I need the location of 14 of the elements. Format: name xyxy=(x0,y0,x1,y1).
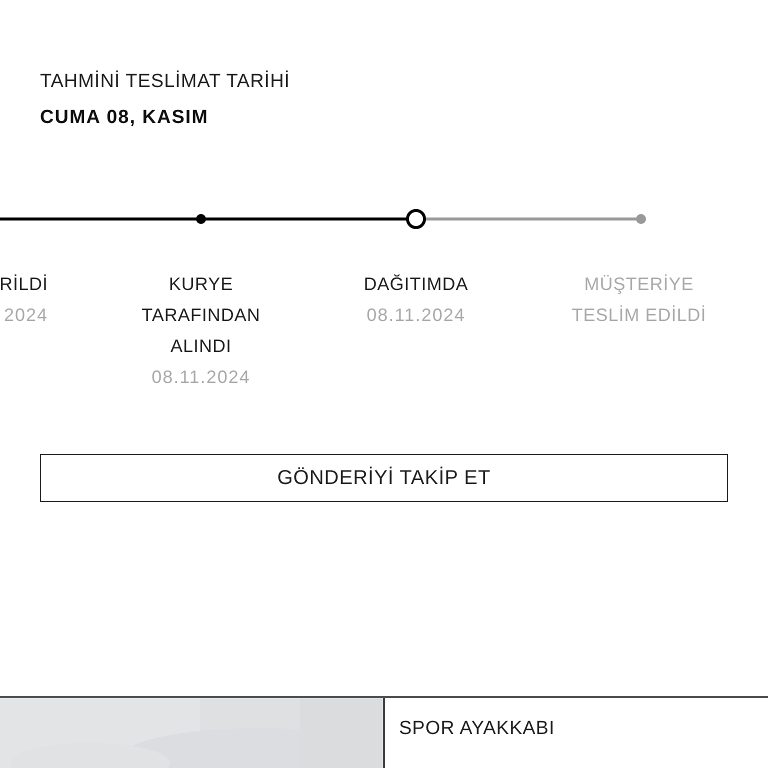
step-date: 08.11.2024 xyxy=(152,366,250,389)
step-label: DAĞITIMDA xyxy=(364,273,468,296)
step-dot xyxy=(196,214,206,224)
step-dot xyxy=(636,214,646,224)
step-date: 2024 xyxy=(4,304,48,327)
product-name: SPOR AYAKKABI xyxy=(399,718,556,740)
step-label: KURYE TARAFINDAN ALINDI xyxy=(140,273,262,358)
step-date: 08.11.2024 xyxy=(366,304,466,327)
step-label: RİLDİ xyxy=(0,273,48,296)
current-step-marker xyxy=(406,209,426,229)
track-shipment-button[interactable]: GÖNDERİYİ TAKİP ET xyxy=(40,454,728,502)
estimate-date: CUMA 08, KASIM xyxy=(40,107,210,129)
estimate-label: TAHMİNİ TESLİMAT TARİHİ xyxy=(40,71,292,93)
step-label: MÜŞTERİYE TESLİM EDİLDİ xyxy=(570,273,708,327)
